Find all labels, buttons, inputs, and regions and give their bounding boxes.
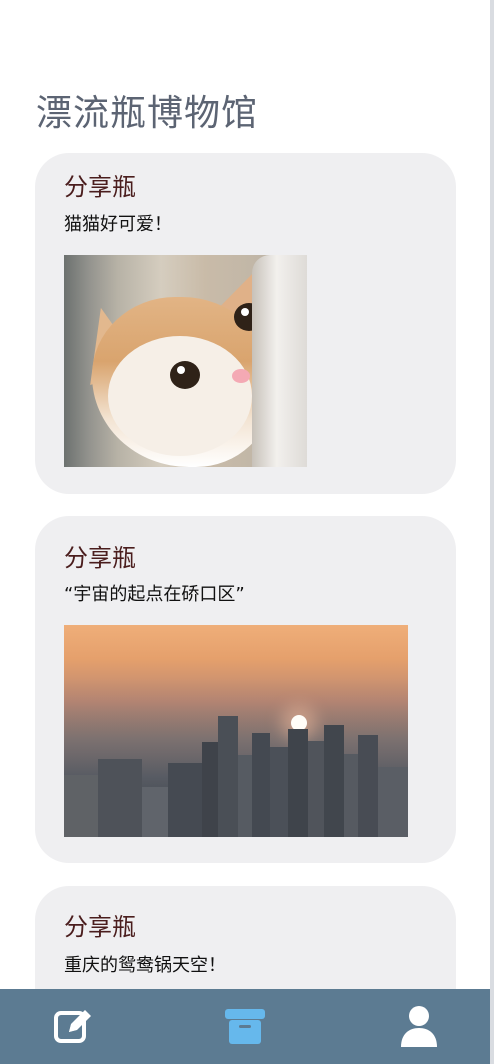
bottle-card[interactable]: 分享瓶 “宇宙的起点在硚口区” xyxy=(35,516,456,863)
cat-eye-left xyxy=(170,361,200,389)
blanket xyxy=(252,255,307,467)
card-title: 分享瓶 xyxy=(64,913,136,941)
cat-face xyxy=(108,336,252,456)
building xyxy=(202,742,218,837)
edit-icon xyxy=(54,1010,91,1043)
bottle-card[interactable]: 分享瓶 猫猫好可爱！ xyxy=(35,153,456,494)
app-screen: 漂流瓶博物馆 分享瓶 猫猫好可爱！ 分享瓶 “宇宙的起点在硚口区” 分享瓶 重庆… xyxy=(0,0,490,1064)
building xyxy=(64,775,98,837)
card-text: 猫猫好可爱！ xyxy=(64,214,172,235)
card-text: 重庆的鸳鸯锅天空！ xyxy=(64,955,226,976)
cat-photo xyxy=(64,255,307,467)
archive-icon xyxy=(225,1009,265,1044)
scrollbar[interactable] xyxy=(490,0,494,1064)
building xyxy=(238,755,252,837)
building xyxy=(98,759,142,837)
building xyxy=(378,767,408,837)
building xyxy=(288,729,308,837)
page-title: 漂流瓶博物馆 xyxy=(36,93,259,134)
card-title: 分享瓶 xyxy=(64,544,136,572)
building xyxy=(308,741,324,837)
building xyxy=(358,735,378,837)
card-text: “宇宙的起点在硚口区” xyxy=(64,584,245,605)
user-icon xyxy=(401,1006,437,1047)
museum-button[interactable] xyxy=(221,1003,269,1051)
building xyxy=(344,754,358,837)
cat-nose xyxy=(232,369,250,383)
building xyxy=(252,733,270,837)
building xyxy=(168,763,202,837)
bottom-navigation-bar xyxy=(0,989,490,1064)
card-title: 分享瓶 xyxy=(64,173,136,201)
write-button[interactable] xyxy=(49,1003,97,1051)
sunset-cityscape-photo xyxy=(64,625,408,837)
building xyxy=(218,716,238,837)
building xyxy=(270,747,288,837)
building xyxy=(324,725,344,837)
profile-button[interactable] xyxy=(395,1003,443,1051)
building xyxy=(142,787,168,837)
